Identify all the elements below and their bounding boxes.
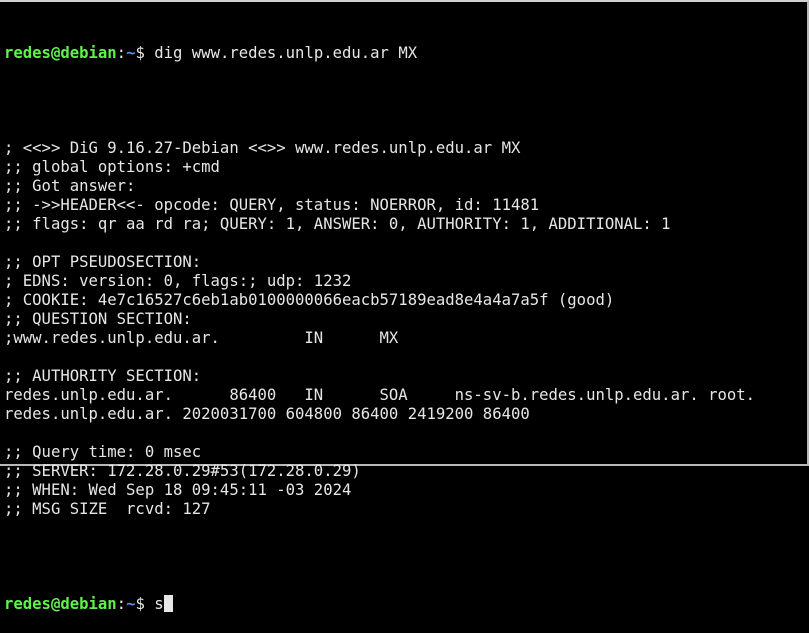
active-prompt-colon: :: [116, 595, 127, 613]
output-line: ;; AUTHORITY SECTION:: [4, 367, 202, 385]
active-prompt-symbol: $: [135, 595, 155, 613]
output-line: ;www.redes.unlp.edu.ar. IN MX: [4, 329, 399, 347]
output-line: ;; global options: +cmd: [4, 158, 220, 176]
output-line: ; EDNS: version: 0, flags:; udp: 1232: [4, 272, 352, 290]
active-prompt-path: ~: [126, 595, 136, 613]
active-prompt-line[interactable]: redes@debian:~$ s: [4, 595, 807, 614]
output-line: ;; flags: qr aa rd ra; QUERY: 1, ANSWER:…: [4, 215, 671, 233]
active-prompt-user-host: redes@debian: [4, 595, 117, 613]
command-output: ; <<>> DiG 9.16.27-Debian <<>> www.redes…: [4, 120, 807, 538]
output-line: ;; OPT PSEUDOSECTION:: [4, 253, 202, 271]
output-line: ;; QUESTION SECTION:: [4, 310, 192, 328]
output-line: ;; WHEN: Wed Sep 18 09:45:11 -03 2024: [4, 481, 352, 499]
output-line: ;; SERVER: 172.28.0.29#53(172.28.0.29): [4, 462, 361, 480]
terminal-window[interactable]: redes@debian:~$ dig www.redes.unlp.edu.a…: [0, 0, 809, 613]
output-line: ;; ->>HEADER<<- opcode: QUERY, status: N…: [4, 196, 540, 214]
current-input[interactable]: s: [154, 595, 163, 613]
prompt-symbol: $: [135, 44, 155, 62]
command-text: dig www.redes.unlp.edu.ar MX: [154, 44, 418, 62]
output-line: ;; MSG SIZE rcvd: 127: [4, 500, 211, 518]
prompt-colon: :: [116, 44, 127, 62]
text-cursor: [163, 595, 173, 612]
output-line: redes.unlp.edu.ar. 86400 IN SOA ns-sv-b.…: [4, 386, 756, 404]
output-line: ; COOKIE: 4e7c16527c6eb1ab0100000066eacb…: [4, 291, 615, 309]
prompt-user-host: redes@debian: [4, 44, 117, 62]
output-line: redes.unlp.edu.ar. 2020031700 604800 864…: [4, 405, 530, 423]
output-line: ; <<>> DiG 9.16.27-Debian <<>> www.redes…: [4, 139, 521, 157]
output-line: ;; Got answer:: [4, 177, 136, 195]
output-line: ;; Query time: 0 msec: [4, 443, 202, 461]
command-line: redes@debian:~$ dig www.redes.unlp.edu.a…: [4, 44, 807, 63]
